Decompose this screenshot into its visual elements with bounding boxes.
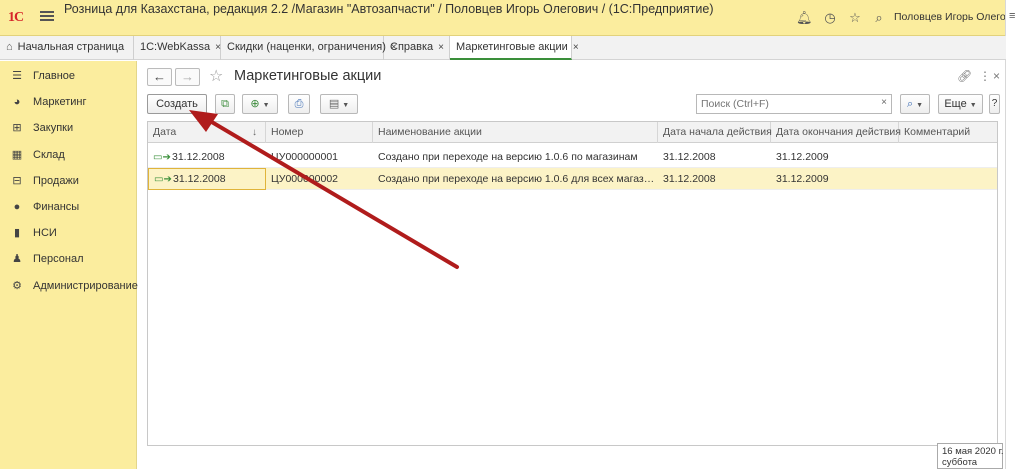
cell-comment bbox=[899, 168, 997, 190]
sidebar-item-nsi[interactable]: ▮ НСИ bbox=[0, 223, 137, 243]
column-header-name[interactable]: Наименование акции bbox=[373, 122, 658, 143]
search-icon: ⌕ bbox=[906, 98, 914, 110]
tab-bar: ⌂ Начальная страница 1С:WebKassa × Скидки … bbox=[0, 36, 1006, 60]
search-button[interactable]: ⌕ ▼ bbox=[900, 94, 930, 114]
close-icon[interactable]: × bbox=[993, 69, 1000, 83]
sidebar-item-marketing[interactable]: ◕ Маркетинг bbox=[0, 92, 137, 112]
more-vertical-icon[interactable]: ⋮ bbox=[979, 69, 991, 83]
tab-webkassa[interactable]: 1С:WebKassa × bbox=[134, 36, 221, 60]
chevron-down-icon: ▼ bbox=[262, 102, 270, 109]
close-icon[interactable]: × bbox=[438, 42, 444, 53]
chart-icon: ◕ bbox=[13, 96, 21, 108]
cell-end-date: 31.12.2009 bbox=[776, 151, 829, 163]
warehouse-icon: ▦ bbox=[11, 149, 23, 161]
cart-icon: ⊞ bbox=[12, 122, 22, 134]
window-title: Розница для Казахстана, редакция 2.2 /Ма… bbox=[64, 2, 714, 16]
back-button[interactable]: ← bbox=[147, 68, 172, 86]
column-header-number[interactable]: Номер bbox=[266, 122, 373, 143]
document-posted-icon: ▭➔ bbox=[153, 152, 171, 163]
cell-date[interactable]: ▭➔31.12.2008 bbox=[148, 168, 266, 190]
sidebar: ☰ Главное ◕ Маркетинг ⊞ Закупки ▦ Склад ⊟ Про… bbox=[0, 61, 138, 469]
window-right-edge: ≡ bbox=[1005, 0, 1024, 469]
column-header-end-date[interactable]: Дата окончания действия bbox=[771, 122, 901, 143]
help-button[interactable]: ? bbox=[989, 94, 1000, 114]
cell-start-date: 31.12.2008 bbox=[663, 151, 716, 163]
document-posted-icon: ▭➔ bbox=[154, 174, 172, 185]
app-logo: 1С bbox=[8, 10, 24, 25]
table-header: Дата ↓ Номер Наименование акции Дата нача… bbox=[148, 122, 997, 143]
book-icon: ▮ bbox=[13, 227, 21, 239]
chevron-down-icon: ▼ bbox=[916, 102, 924, 109]
more-button[interactable]: Еще ▼ bbox=[938, 94, 983, 114]
current-user[interactable]: Половцев Игорь Олегович bbox=[894, 11, 1023, 23]
chevron-down-icon: ▼ bbox=[342, 102, 350, 109]
cell-end-date: 31.12.2009 bbox=[776, 173, 829, 185]
gear-icon: ⚙ bbox=[12, 280, 22, 292]
sidebar-item-sales[interactable]: ⊟ Продажи bbox=[0, 171, 137, 191]
person-icon: ♟ bbox=[12, 253, 22, 265]
chevron-down-icon: ▼ bbox=[969, 102, 977, 109]
tab-help[interactable]: Справка × bbox=[384, 36, 450, 60]
cell-number: ЦУ000000002 bbox=[271, 173, 338, 185]
tab-home[interactable]: ⌂ Начальная страница bbox=[0, 36, 134, 60]
sidebar-item-personnel[interactable]: ♟ Персонал bbox=[0, 249, 137, 269]
star-icon[interactable]: ☆ bbox=[847, 10, 863, 26]
tab-marketing-actions[interactable]: Маркетинговые акции × bbox=[450, 36, 579, 60]
main-menu-icon[interactable] bbox=[40, 9, 54, 23]
cell-name: Создано при переходе на версию 1.0.6 для… bbox=[378, 173, 658, 185]
cell-number: ЦУ000000001 bbox=[271, 151, 338, 163]
title-bar: 1С Розница для Казахстана, редакция 2.2 … bbox=[0, 0, 1024, 36]
print-button[interactable]: ⎙ bbox=[288, 94, 310, 114]
forward-button[interactable]: → bbox=[175, 68, 200, 86]
sidebar-item-purchases[interactable]: ⊞ Закупки bbox=[0, 118, 137, 138]
home-icon: ⌂ bbox=[6, 41, 13, 53]
add-group-button[interactable]: ⊕ ▼ bbox=[242, 94, 278, 114]
table-row[interactable]: ▭➔31.12.2008 ЦУ000000001 Создано при пер… bbox=[148, 146, 997, 168]
report-icon: ▤ bbox=[328, 98, 340, 110]
reports-button[interactable]: ▤ ▼ bbox=[320, 94, 358, 114]
form-area: ← → ☆ Маркетинговые акции 🔗︎ ⋮ × Создать… bbox=[138, 61, 1005, 469]
print-icon: ⎙ bbox=[294, 98, 304, 110]
copy-button[interactable]: ⧉ bbox=[215, 94, 235, 114]
column-header-comment[interactable]: Комментарий bbox=[899, 122, 997, 143]
cell-date: ▭➔31.12.2008 bbox=[148, 146, 266, 168]
window-menu-icon[interactable]: ≡ bbox=[1009, 10, 1015, 22]
page-title: Маркетинговые акции bbox=[234, 68, 382, 84]
marketing-actions-table: Дата ↓ Номер Наименование акции Дата нача… bbox=[147, 121, 998, 446]
bell-icon[interactable]: 🔔︎ bbox=[796, 10, 813, 26]
column-header-date[interactable]: Дата ↓ bbox=[148, 122, 266, 143]
column-header-start-date[interactable]: Дата начала действия bbox=[658, 122, 772, 143]
create-button[interactable]: Создать bbox=[147, 94, 207, 114]
sort-down-icon: ↓ bbox=[252, 127, 257, 138]
search-box: × bbox=[696, 94, 892, 114]
sidebar-item-main[interactable]: ☰ Главное bbox=[0, 66, 137, 86]
tab-discounts[interactable]: Скидки (наценки, ограничения) × bbox=[221, 36, 397, 60]
bag-icon: ⊟ bbox=[12, 175, 22, 187]
cell-start-date: 31.12.2008 bbox=[663, 173, 716, 185]
add-group-icon: ⊕ bbox=[250, 98, 260, 110]
close-icon[interactable]: × bbox=[573, 42, 579, 53]
sidebar-item-warehouse[interactable]: ▦ Склад bbox=[0, 145, 137, 165]
cell-name: Создано при переходе на версию 1.0.6 по … bbox=[378, 151, 638, 163]
copy-icon: ⧉ bbox=[221, 98, 229, 110]
search-icon[interactable]: ⌕ bbox=[871, 10, 887, 26]
history-icon[interactable]: ◷ bbox=[822, 10, 838, 26]
favorite-star-icon[interactable]: ☆ bbox=[209, 66, 223, 86]
coins-icon: ● bbox=[13, 201, 21, 213]
cell-comment bbox=[899, 146, 997, 168]
list-icon: ☰ bbox=[12, 70, 22, 82]
sidebar-item-administration[interactable]: ⚙ Администрирование bbox=[0, 276, 138, 296]
link-icon[interactable]: 🔗︎ bbox=[957, 69, 972, 83]
sidebar-item-finance[interactable]: ● Финансы bbox=[0, 197, 137, 217]
status-date: 16 мая 2020 г. суббота bbox=[937, 443, 1004, 469]
search-input[interactable] bbox=[697, 95, 872, 113]
clear-search-icon[interactable]: × bbox=[881, 97, 887, 108]
table-row-selected[interactable]: ▭➔31.12.2008 ЦУ000000002 Создано при пер… bbox=[148, 168, 997, 190]
